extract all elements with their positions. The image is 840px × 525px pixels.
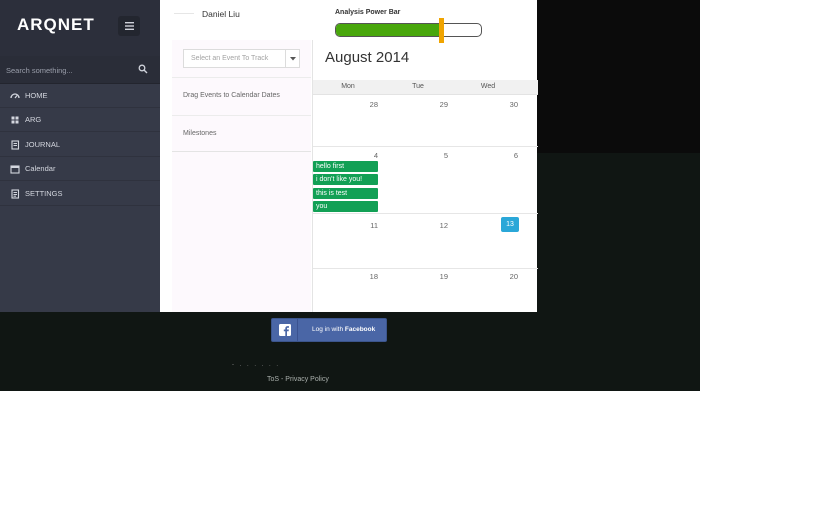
- search-input[interactable]: [6, 62, 128, 78]
- calendar-event[interactable]: hello first: [313, 161, 378, 172]
- milestones-label[interactable]: Milestones: [183, 130, 216, 137]
- day-cell[interactable]: 5: [428, 151, 448, 160]
- event-select-placeholder: Select an Event To Track: [191, 55, 269, 62]
- book-icon: [11, 139, 20, 150]
- sidebar-item-home[interactable]: HOME: [0, 84, 160, 108]
- document-icon: [11, 188, 20, 199]
- avatar-placeholder: [174, 13, 194, 14]
- facebook-login-button[interactable]: Log in with Facebook: [271, 318, 387, 342]
- facebook-login-label: Log in with Facebook: [312, 326, 376, 333]
- day-of-week-label: Mon: [341, 83, 355, 90]
- caret-down-icon: [289, 56, 296, 60]
- day-cell[interactable]: 28: [358, 100, 378, 109]
- day-cell[interactable]: 12: [428, 221, 448, 230]
- grid-icon: [11, 116, 19, 123]
- event-select[interactable]: Select an Event To Track: [183, 49, 300, 68]
- sidebar-item-journal[interactable]: JOURNAL: [0, 133, 160, 157]
- day-cell[interactable]: 18: [358, 272, 378, 281]
- main-panel: Daniel Liu Analysis Power Bar Select an …: [160, 0, 538, 312]
- calendar-header-row: Mon Tue Wed: [313, 80, 538, 95]
- sidebar-item-calendar[interactable]: Calendar: [0, 157, 160, 181]
- calendar: August 2014 Mon Tue Wed 28 29 30 4 5 6 h…: [312, 40, 538, 312]
- calendar-event[interactable]: this is test: [313, 188, 378, 199]
- logo-bar: ARQNET: [0, 0, 160, 56]
- week-divider: [313, 146, 538, 147]
- power-bar: [335, 23, 482, 37]
- divider: [172, 151, 311, 152]
- sidebar-item-settings[interactable]: SETTINGS: [0, 182, 160, 206]
- search-icon[interactable]: [138, 64, 148, 74]
- sidebar-item-arg[interactable]: ARG: [0, 108, 160, 132]
- sidebar-item-label: SETTINGS: [25, 189, 63, 198]
- event-select-toggle[interactable]: [285, 50, 299, 67]
- dashboard-icon: [10, 92, 20, 98]
- day-cell[interactable]: 29: [428, 100, 448, 109]
- calendar-event[interactable]: you: [313, 201, 378, 212]
- power-bar-fill: [336, 24, 442, 36]
- menu-toggle-button[interactable]: [118, 16, 140, 36]
- divider: [172, 115, 311, 116]
- sidebar-item-label: Calendar: [25, 164, 56, 173]
- search-bar: [0, 56, 160, 84]
- sidebar-item-label: JOURNAL: [25, 140, 61, 149]
- footer-dots: - . . . . . .: [232, 362, 281, 368]
- calendar-event[interactable]: i don't like you!: [313, 174, 378, 185]
- sidebar-item-label: HOME: [25, 91, 48, 100]
- facebook-icon-box: [272, 319, 298, 341]
- day-cell[interactable]: 4: [358, 151, 378, 160]
- week-divider: [313, 268, 538, 269]
- divider: [172, 77, 311, 78]
- event-panel: Select an Event To Track Drag Events to …: [172, 40, 311, 312]
- footer-links[interactable]: ToS - Privacy Policy: [267, 376, 329, 383]
- day-cell[interactable]: 30: [498, 100, 518, 109]
- facebook-icon: [278, 324, 291, 336]
- day-cell[interactable]: 19: [428, 272, 448, 281]
- user-name[interactable]: Daniel Liu: [202, 9, 240, 19]
- day-cell[interactable]: 20: [498, 272, 518, 281]
- hamburger-icon: [124, 22, 134, 30]
- calendar-icon: [10, 164, 20, 174]
- day-cell[interactable]: 6: [498, 151, 518, 160]
- week-divider: [313, 213, 538, 214]
- logo: ARQNET: [17, 15, 95, 34]
- day-of-week-label: Tue: [412, 83, 424, 90]
- day-of-week-label: Wed: [480, 83, 496, 90]
- drag-hint: Drag Events to Calendar Dates: [183, 92, 280, 99]
- sidebar: ARQNET HOME ARG JOURNAL Calendar SETTING…: [0, 0, 160, 312]
- day-cell[interactable]: 11: [358, 221, 378, 230]
- calendar-title: August 2014: [325, 49, 410, 66]
- sidebar-item-label: ARG: [25, 115, 42, 124]
- power-bar-label: Analysis Power Bar: [335, 9, 401, 16]
- day-cell-today[interactable]: 13: [501, 217, 519, 232]
